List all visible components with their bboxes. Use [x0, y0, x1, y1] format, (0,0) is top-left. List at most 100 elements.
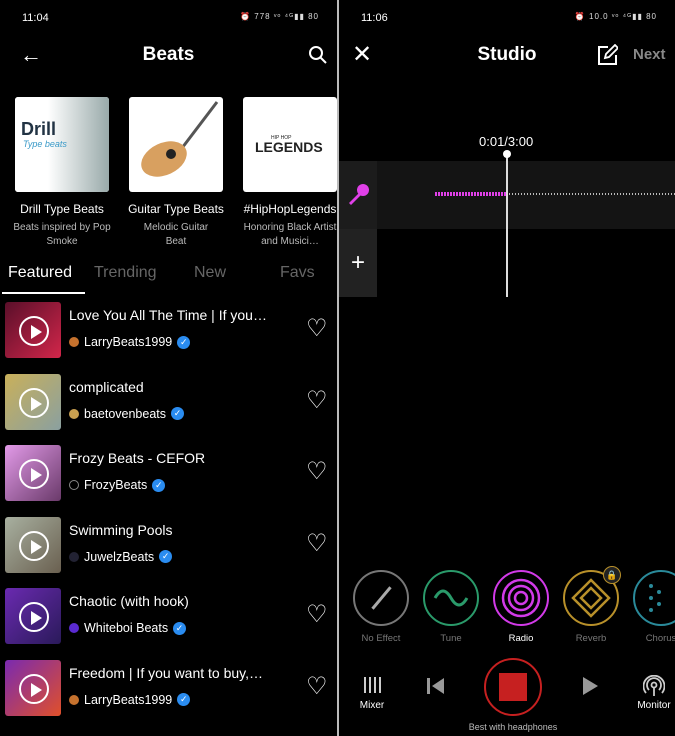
effect-label: Tune	[440, 633, 462, 644]
author-name: LarryBeats1999	[84, 335, 173, 349]
collection-card-legends[interactable]: HIP HOP LEGENDS	[243, 97, 337, 192]
skip-back-icon[interactable]	[427, 678, 445, 694]
play-icon[interactable]	[583, 677, 599, 695]
beat-title[interactable]: Freedom | If you want to buy,…	[69, 665, 294, 681]
author-name: JuwelzBeats	[84, 549, 155, 564]
tab-new[interactable]: New	[194, 264, 226, 282]
beat-row[interactable]: Swimming Pools JuwelzBeats ✓ ♡	[0, 510, 337, 581]
heart-icon[interactable]: ♡	[306, 388, 328, 413]
author-avatar	[69, 551, 79, 562]
empty-track-dots	[509, 193, 675, 195]
play-icon[interactable]	[19, 459, 49, 489]
effect-tune[interactable]	[423, 570, 479, 626]
beat-row[interactable]: Chaotic (with hook) Whiteboi Beats ✓ ♡	[0, 581, 337, 652]
guitar-image	[141, 101, 219, 177]
mixer-icon[interactable]	[362, 676, 382, 694]
status-icons: ⏰ 778 ᵛᵒ ⁴ᴳ▮▮ 80	[240, 12, 319, 21]
collection-card-guitar[interactable]	[129, 97, 223, 192]
lock-icon: 🔒	[603, 566, 621, 584]
play-icon[interactable]	[19, 530, 49, 561]
beat-row[interactable]: Freedom | If you want to buy,… LarryBeat…	[0, 653, 337, 724]
heart-icon[interactable]: ♡	[306, 531, 328, 556]
edit-icon[interactable]	[596, 44, 618, 66]
monitor-label: Monitor	[637, 700, 671, 711]
author-name: LarryBeats1999	[84, 692, 173, 707]
record-button[interactable]	[484, 658, 542, 716]
beat-row[interactable]: Frozy Beats - CEFOR FrozyBeats ✓ ♡	[0, 438, 337, 509]
heart-icon[interactable]: ♡	[306, 317, 328, 341]
playhead-knob[interactable]	[503, 150, 511, 158]
beat-row[interactable]: complicated baetovenbeats ✓ ♡	[0, 367, 337, 438]
tune-wave-icon	[433, 589, 469, 607]
effect-label: Radio	[508, 633, 534, 644]
search-icon[interactable]	[308, 45, 328, 65]
author-avatar	[69, 480, 79, 490]
collection-card-drill[interactable]: Drill Type beats	[15, 97, 109, 192]
author-name: FrozyBeats	[84, 478, 148, 492]
author-name: baetovenbeats	[84, 406, 167, 421]
collection-title: #HipHopLegends	[243, 202, 337, 216]
chorus-dots-icon	[649, 584, 661, 612]
author-avatar	[69, 694, 79, 705]
beat-title[interactable]: Chaotic (with hook)	[69, 593, 294, 609]
verified-icon: ✓	[159, 550, 173, 563]
author-avatar	[69, 408, 79, 419]
collection-title: Drill Type Beats	[20, 202, 104, 216]
headphones-hint: Best with headphones	[468, 722, 558, 732]
radio-rings-icon	[501, 578, 541, 618]
add-track-button[interactable]: +	[339, 229, 377, 297]
beat-title[interactable]: Swimming Pools	[69, 522, 294, 538]
effect-reverb[interactable]: 🔒	[563, 566, 621, 626]
play-icon[interactable]	[19, 387, 49, 418]
author-avatar	[69, 337, 79, 347]
verified-icon: ✓	[171, 407, 185, 420]
beat-author[interactable]: LarryBeats1999 ✓	[69, 335, 191, 349]
verified-icon: ✓	[177, 693, 191, 706]
heart-icon[interactable]: ♡	[306, 674, 328, 699]
playhead[interactable]	[506, 155, 508, 297]
effect-no-effect[interactable]	[353, 570, 409, 626]
studio-screen: 11:06 ⏰ 10.0 ᵛᵒ ⁴ᴳ▮▮ 80 ✕ Studio Next 0:…	[339, 0, 675, 736]
beats-screen: 11:04 ⏰ 778 ᵛᵒ ⁴ᴳ▮▮ 80 ← Beats Drill Typ…	[0, 0, 337, 736]
beat-author[interactable]: JuwelzBeats ✓	[69, 549, 173, 564]
recorded-waveform	[435, 192, 507, 196]
status-time: 11:04	[22, 12, 49, 24]
monitor-icon[interactable]	[643, 675, 665, 697]
play-icon[interactable]	[19, 316, 49, 346]
beat-title[interactable]: Love You All The Time | If you…	[69, 307, 294, 323]
effect-chorus[interactable]	[633, 570, 675, 626]
verified-icon: ✓	[173, 621, 187, 635]
play-icon[interactable]	[19, 602, 49, 632]
collection-title: Guitar Type Beats	[128, 202, 224, 216]
page-title: Studio	[477, 44, 537, 65]
effect-label: No Effect	[361, 633, 401, 644]
beat-author[interactable]: LarryBeats1999 ✓	[69, 692, 191, 707]
verified-icon: ✓	[177, 335, 191, 349]
beat-author[interactable]: baetovenbeats ✓	[69, 406, 185, 421]
collection-subtitle: Beats inspired by Pop Smoke	[13, 222, 111, 247]
time-readout: 0:01/3:00	[479, 134, 534, 149]
legends-art-text: LEGENDS	[255, 139, 323, 155]
tab-featured[interactable]: Featured	[8, 264, 72, 282]
tab-favs[interactable]: Favs	[280, 264, 315, 282]
author-name: Whiteboi Beats	[84, 621, 169, 635]
drill-art-sub: Type beats	[23, 139, 67, 149]
tab-trending[interactable]: Trending	[94, 264, 157, 282]
beat-author[interactable]: FrozyBeats ✓	[69, 478, 166, 492]
no-effect-icon	[371, 586, 392, 610]
heart-icon[interactable]: ♡	[306, 603, 328, 627]
heart-icon[interactable]: ♡	[306, 460, 328, 484]
beat-title[interactable]: Frozy Beats - CEFOR	[69, 450, 294, 466]
effect-label: Chorus	[645, 633, 675, 644]
page-title: Beats	[142, 44, 195, 65]
collection-subtitle: Melodic Guitar Beat	[143, 222, 209, 247]
beat-author[interactable]: Whiteboi Beats ✓	[69, 621, 187, 635]
status-icons: ⏰ 10.0 ᵛᵒ ⁴ᴳ▮▮ 80	[574, 12, 657, 21]
microphone-icon	[349, 184, 369, 205]
next-button[interactable]: Next	[633, 46, 666, 63]
verified-icon: ✓	[152, 478, 166, 492]
effect-radio[interactable]	[493, 570, 549, 626]
beat-title[interactable]: complicated	[69, 379, 294, 395]
play-icon[interactable]	[19, 673, 49, 704]
beat-row[interactable]: Love You All The Time | If you… LarryBea…	[0, 295, 337, 366]
